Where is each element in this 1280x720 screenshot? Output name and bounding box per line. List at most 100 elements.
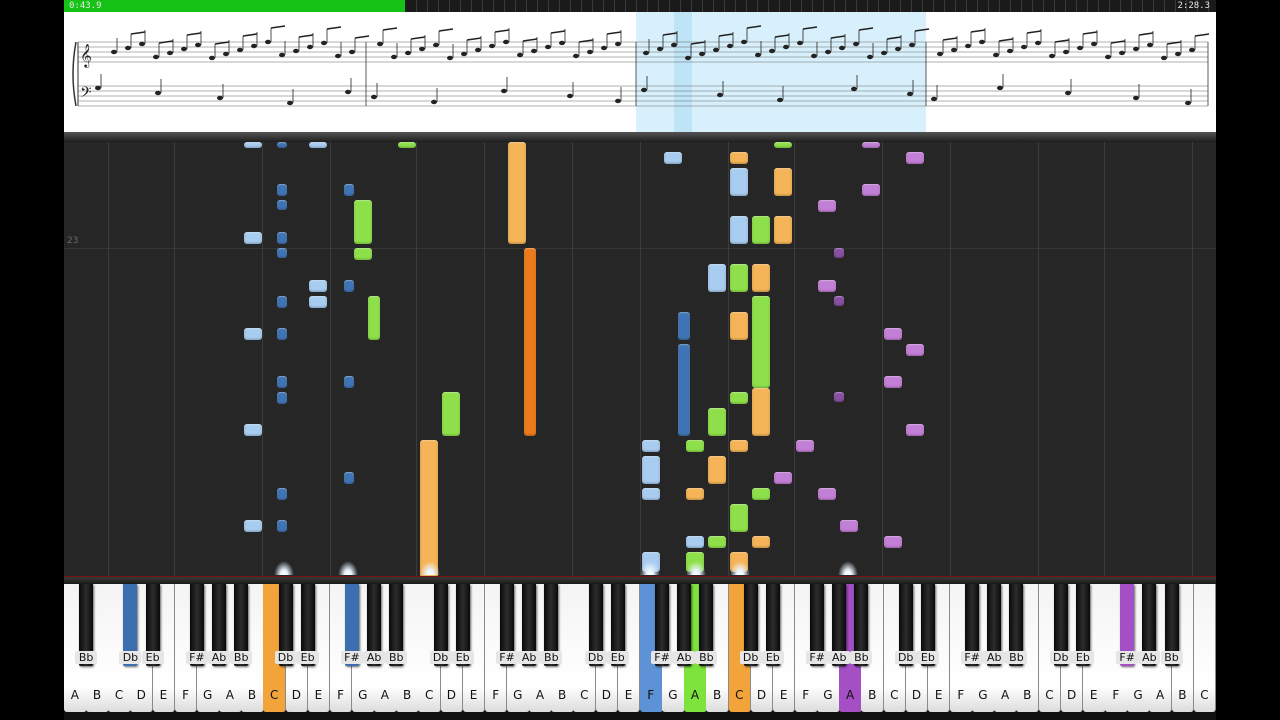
note-head <box>755 52 761 58</box>
note-head <box>545 44 551 50</box>
falling-note <box>277 488 287 500</box>
falling-note <box>834 248 844 258</box>
note-head <box>1007 48 1013 54</box>
piano-key-f-sharp[interactable]: F# <box>806 584 829 666</box>
note-head <box>797 40 803 46</box>
piano-key-f-sharp[interactable]: F# <box>961 584 984 666</box>
note-head <box>223 51 229 57</box>
falling-note <box>277 232 287 244</box>
note-head <box>559 40 565 46</box>
key-label: G <box>358 688 368 702</box>
key-label: B <box>247 688 257 702</box>
piano-key-ab[interactable]: Ab <box>363 584 386 666</box>
piano-key-db[interactable]: Db <box>274 584 297 666</box>
note-head <box>937 51 943 57</box>
falling-note <box>524 248 536 436</box>
note-head <box>139 41 145 47</box>
falling-note <box>686 536 704 548</box>
piano-key-db[interactable]: Db <box>584 584 607 666</box>
piano-key-bb[interactable]: Bb <box>230 584 253 666</box>
note-head <box>881 50 887 56</box>
key-label: Bb <box>695 651 718 664</box>
piano-key-eb[interactable]: Eb <box>606 584 629 666</box>
falling-note <box>818 280 836 292</box>
piano-key-ab[interactable]: Ab <box>983 584 1006 666</box>
key-label: F <box>337 688 345 702</box>
piano-key-bb[interactable]: Bb <box>695 584 718 666</box>
key-label: G <box>513 688 523 702</box>
piano-key-eb[interactable]: Eb <box>141 584 164 666</box>
key-label: Eb <box>1071 651 1094 664</box>
falling-note <box>730 440 748 452</box>
note-head <box>643 50 649 56</box>
key-label: B <box>1178 688 1187 702</box>
note-head <box>1063 49 1069 55</box>
key-label: Ab <box>828 651 851 664</box>
piano-key-f-sharp[interactable]: F# <box>651 584 674 666</box>
piano-key-bb[interactable]: Bb <box>1160 584 1183 666</box>
falling-note <box>752 216 770 244</box>
piano-key-eb[interactable]: Eb <box>451 584 474 666</box>
piano-key-eb[interactable]: Eb <box>761 584 784 666</box>
falling-note <box>730 168 748 196</box>
key-label: Db <box>119 651 142 664</box>
key-label: Db <box>429 651 452 664</box>
piano-key-db[interactable]: Db <box>429 584 452 666</box>
note-head <box>811 53 817 59</box>
key-hit-glow <box>338 561 358 575</box>
piano-key-db[interactable]: Db <box>1049 584 1072 666</box>
falling-note <box>244 424 262 436</box>
key-label: E <box>779 688 788 702</box>
key-label: A <box>380 688 390 702</box>
piano-key-ab[interactable]: Ab <box>208 584 231 666</box>
note-beam <box>522 38 538 42</box>
note-head <box>433 42 439 48</box>
progress-fill <box>64 0 405 12</box>
beat-gridline <box>1192 142 1193 576</box>
piano-key-bb[interactable]: Bb <box>1005 584 1028 666</box>
key-label: F <box>802 688 810 702</box>
key-label: C <box>269 688 279 702</box>
piano-key-bb[interactable]: Bb <box>540 584 563 666</box>
key-hit-glow <box>686 561 706 575</box>
piano-key-bb[interactable]: Bb <box>75 584 98 666</box>
falling-note <box>834 296 844 306</box>
piano-key-ab[interactable]: Ab <box>673 584 696 666</box>
beat-gridline <box>484 142 485 576</box>
falling-note <box>277 392 287 404</box>
piano-key-eb[interactable]: Eb <box>1071 584 1094 666</box>
piano-key-f-sharp[interactable]: F# <box>1116 584 1139 666</box>
piano-key-ab[interactable]: Ab <box>1138 584 1161 666</box>
key-label: D <box>136 688 146 702</box>
piano-key-ab[interactable]: Ab <box>518 584 541 666</box>
piano-key-db[interactable]: Db <box>739 584 762 666</box>
piano-key-db[interactable]: Db <box>894 584 917 666</box>
piano-key-eb[interactable]: Eb <box>296 584 319 666</box>
note-head <box>447 55 453 61</box>
piano-key-f-sharp[interactable]: F# <box>185 584 208 666</box>
falling-note <box>678 344 690 436</box>
piano-key-bb[interactable]: Bb <box>850 584 873 666</box>
note-head <box>1189 47 1195 53</box>
piano-key-bb[interactable]: Bb <box>385 584 408 666</box>
note-head <box>783 44 789 50</box>
piano-keyboard[interactable]: ABCDEFGABCDEFGABCDEFGABCDEFGABCDEFGABCDE… <box>64 584 1216 720</box>
piano-key-eb[interactable]: Eb <box>916 584 939 666</box>
piano-key-ab[interactable]: Ab <box>828 584 851 666</box>
key-label: F <box>647 688 655 702</box>
note-head <box>851 86 857 92</box>
key-label: F# <box>496 651 518 664</box>
piano-key-f-sharp[interactable]: F# <box>340 584 363 666</box>
piano-key-f-sharp[interactable]: F# <box>496 584 518 666</box>
beat-gridline <box>882 142 883 576</box>
piano-key-db[interactable]: Db <box>119 584 142 666</box>
falling-note <box>818 200 836 212</box>
key-label: Bb <box>385 651 408 664</box>
note-head <box>931 96 937 102</box>
note-head <box>153 54 159 60</box>
note-head <box>1133 95 1139 101</box>
note-head <box>265 39 271 45</box>
falling-note <box>244 142 262 148</box>
key-label: F# <box>651 651 674 664</box>
piano-key-c[interactable]: C <box>1193 584 1216 712</box>
